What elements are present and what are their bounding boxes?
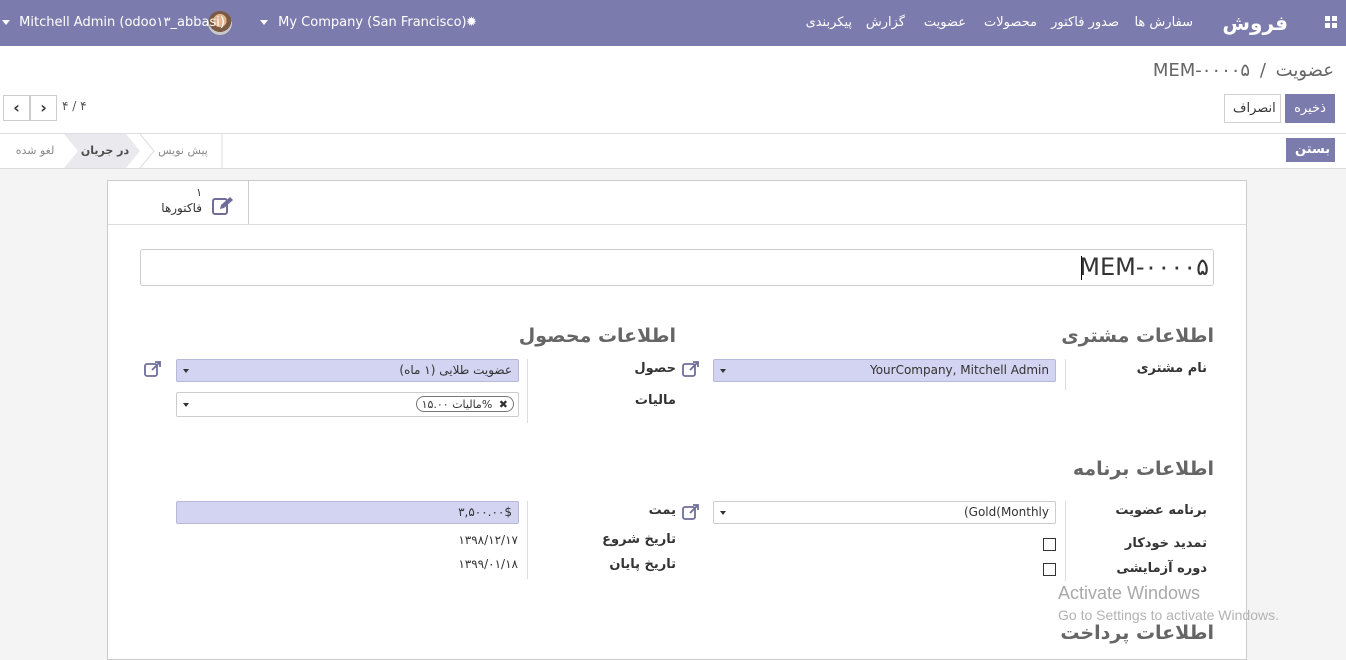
invoices-count: ۱ bbox=[196, 186, 202, 199]
menu-configuration[interactable]: پیکربندی bbox=[806, 0, 852, 46]
dropdown-arrow-icon bbox=[183, 369, 189, 373]
apps-menu-icon[interactable] bbox=[1325, 16, 1338, 29]
status-bar: بستن پیش نویس در جریان لغو شده bbox=[0, 133, 1346, 169]
customer-select[interactable]: YourCompany, Mitchell Admin bbox=[713, 359, 1056, 382]
customer-info-heading: اطلاعات مشتری bbox=[1061, 325, 1214, 347]
menu-reporting[interactable]: گزارش bbox=[866, 0, 905, 46]
status-in-progress: در جریان bbox=[80, 144, 130, 157]
membership-name-value: MEM-۰۰۰۰۵ bbox=[1079, 253, 1209, 281]
program-select[interactable]: (Gold(Monthly bbox=[713, 501, 1056, 524]
invoices-smart-button[interactable]: ۱ فاکتورها bbox=[108, 181, 249, 225]
remove-tag-icon[interactable]: ✖ bbox=[499, 398, 508, 411]
activate-windows-subtitle: Go to Settings to activate Windows. bbox=[1058, 607, 1279, 623]
separator bbox=[1065, 359, 1067, 390]
activate-windows-title: Activate Windows bbox=[1058, 583, 1201, 603]
start-date-value[interactable]: ۱۳۹۸/۱۲/۱۷ bbox=[458, 533, 518, 547]
chevron-down-icon bbox=[260, 20, 268, 25]
breadcrumb-parent[interactable]: عضویت bbox=[1276, 60, 1334, 81]
pager-previous-button[interactable]: ‹ bbox=[3, 95, 30, 121]
menu-sales-orders[interactable]: سفارش ها bbox=[1134, 0, 1193, 46]
company-switcher[interactable]: My Company (San Francisco) bbox=[260, 0, 467, 46]
user-name: Mitchell Admin (odoo۱۳_abbasi) bbox=[19, 15, 225, 30]
price-value: ۳,۵۰۰.۰۰$ bbox=[458, 505, 512, 519]
end-date-value[interactable]: ۱۳۹۹/۰۱/۱۸ bbox=[458, 557, 518, 571]
trial-checkbox[interactable] bbox=[1043, 563, 1056, 576]
pager-next-button[interactable]: › bbox=[30, 95, 57, 121]
menu-invoicing[interactable]: صدور فاکتور bbox=[1051, 0, 1119, 46]
product-select[interactable]: عضویت طلایی (۱ ماه) bbox=[176, 359, 519, 382]
chevron-down-icon bbox=[2, 20, 10, 25]
product-info-heading: اطلاعات محصول bbox=[518, 325, 676, 347]
external-link-icon[interactable] bbox=[144, 361, 162, 377]
dropdown-arrow-icon bbox=[720, 511, 726, 515]
external-link-icon[interactable] bbox=[682, 504, 700, 520]
separator bbox=[527, 501, 529, 579]
company-name: My Company (San Francisco) bbox=[278, 15, 467, 30]
dropdown-arrow-icon bbox=[720, 369, 726, 373]
end-date-label: تاریخ پایان bbox=[609, 557, 676, 572]
autorenew-label: تمدید خودکار bbox=[1124, 536, 1207, 551]
payment-info-heading: اطلاعات پرداخت bbox=[1060, 622, 1214, 644]
product-label: حصول bbox=[634, 361, 676, 376]
program-info-heading: اطلاعات برنامه bbox=[1072, 458, 1214, 480]
menu-products[interactable]: محصولات bbox=[984, 0, 1037, 46]
user-menu[interactable]: Mitchell Admin (odoo۱۳_abbasi) bbox=[2, 0, 225, 46]
invoices-label: فاکتورها bbox=[161, 201, 202, 215]
edit-icon bbox=[212, 197, 233, 215]
button-box-divider bbox=[108, 224, 1246, 225]
separator bbox=[1065, 501, 1067, 581]
app-brand[interactable]: فروش bbox=[1222, 0, 1288, 46]
dropdown-arrow-icon bbox=[183, 403, 189, 407]
price-label: یمت bbox=[648, 503, 676, 518]
customer-label: نام مشتری bbox=[1136, 361, 1207, 376]
breadcrumb: MEM-۰۰۰۰۵ / عضویت bbox=[1153, 60, 1334, 81]
taxes-label: مالیات bbox=[634, 393, 676, 408]
bug-icon[interactable]: ✹ bbox=[466, 16, 477, 30]
close-membership-button[interactable]: بستن bbox=[1286, 138, 1335, 162]
separator bbox=[527, 359, 529, 423]
autorenew-checkbox[interactable] bbox=[1043, 538, 1056, 551]
save-button[interactable]: ذخیره bbox=[1285, 94, 1335, 123]
product-value: عضویت طلایی (۱ ماه) bbox=[399, 363, 512, 377]
price-input[interactable]: ۳,۵۰۰.۰۰$ bbox=[176, 501, 519, 524]
customer-value: YourCompany, Mitchell Admin bbox=[869, 363, 1049, 377]
trial-label: دوره آزمایشی bbox=[1116, 561, 1207, 576]
breadcrumb-current: MEM-۰۰۰۰۵ bbox=[1152, 60, 1251, 81]
status-draft[interactable]: پیش نویس bbox=[155, 134, 211, 168]
discard-button[interactable]: انصراف bbox=[1224, 94, 1281, 123]
breadcrumb-separator: / bbox=[1259, 60, 1266, 81]
membership-name-input[interactable]: MEM-۰۰۰۰۵ bbox=[140, 249, 1214, 286]
menu-membership[interactable]: عضویت bbox=[924, 0, 966, 46]
tax-tag-value: مالیات ۱۵.۰۰% bbox=[421, 398, 493, 411]
top-navbar: فروش سفارش ها صدور فاکتور محصولات عضویت … bbox=[0, 0, 1346, 46]
pager-value[interactable]: ۴ / ۴ bbox=[62, 99, 87, 113]
status-cancelled[interactable]: لغو شده bbox=[10, 134, 60, 168]
taxes-select[interactable]: مالیات ۱۵.۰۰% ✖ bbox=[176, 392, 519, 417]
tax-tag: مالیات ۱۵.۰۰% ✖ bbox=[415, 396, 514, 412]
program-label: برنامه عضویت bbox=[1115, 503, 1207, 518]
program-value: (Gold(Monthly bbox=[963, 505, 1049, 519]
start-date-label: تاریخ شروع bbox=[602, 532, 676, 547]
external-link-icon[interactable] bbox=[682, 361, 700, 377]
